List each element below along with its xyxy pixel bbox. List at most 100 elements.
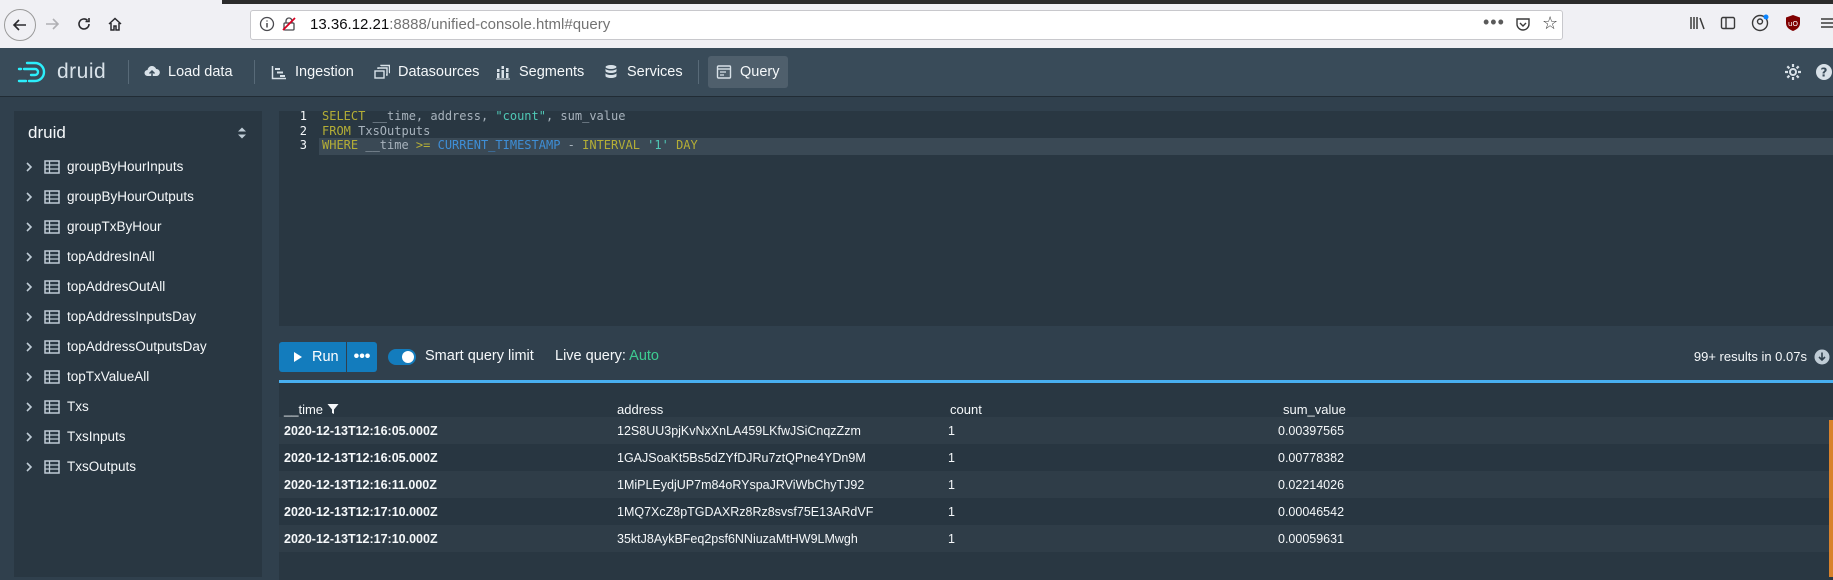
table-cell-count[interactable]: 1 — [948, 451, 955, 465]
table-row[interactable]: 2020-12-13T12:17:10.000Z 35ktJ8AykBFeq2ps… — [279, 525, 1833, 552]
page-actions-icon[interactable]: ••• — [1483, 12, 1505, 33]
table-tree-item[interactable]: Txs — [14, 392, 262, 422]
chevron-right-icon[interactable] — [22, 340, 36, 354]
table-row[interactable]: 2020-12-13T12:16:05.000Z 1GAJSoaKt5Bs5dZY… — [279, 444, 1833, 471]
table-tree-item[interactable]: topAddresInAll — [14, 242, 262, 272]
table-row[interactable]: 2020-12-13T12:16:11.000Z 1MiPLEydjUP7m84o… — [279, 471, 1833, 498]
home-icon[interactable] — [101, 10, 129, 38]
column-header-count[interactable]: count — [950, 402, 982, 417]
table-cell-count[interactable]: 1 — [948, 424, 955, 438]
table-tree-item[interactable]: topAddressOutputsDay — [14, 332, 262, 362]
url-path: :8888/unified-console.html#query — [389, 16, 611, 33]
chevron-right-icon[interactable] — [22, 190, 36, 204]
table-cell-sumvalue[interactable]: 0.02214026 — [1278, 478, 1344, 492]
table-tree: groupByHourInputs groupByHourOutputs group… — [14, 152, 262, 482]
table-cell-address[interactable]: 1MiPLEydjUP7m84oRYspaJRViWbChyTJ92 — [617, 478, 864, 492]
table-cell-address[interactable]: 1GAJSoaKt5Bs5dZYfDJRu7ztQPne4YDn9M — [617, 451, 866, 465]
chevron-right-icon[interactable] — [22, 460, 36, 474]
back-arrow-icon[interactable] — [4, 9, 36, 41]
table-cell-time[interactable]: 2020-12-13T12:16:11.000Z — [284, 478, 437, 492]
table-tree-item[interactable]: topAddresOutAll — [14, 272, 262, 302]
table-scrollbar[interactable] — [1829, 420, 1833, 577]
druid-logo[interactable]: druid — [17, 59, 106, 85]
table-cell-time[interactable]: 2020-12-13T12:17:10.000Z — [284, 505, 438, 519]
code-line[interactable]: WHERE __time >= CURRENT_TIMESTAMP - INTE… — [319, 138, 1833, 155]
column-header-address[interactable]: address — [617, 402, 663, 417]
forward-arrow-icon[interactable] — [38, 10, 66, 38]
live-query-selector[interactable]: Live query: Auto — [555, 348, 659, 364]
query-editor[interactable]: 123 SELECT __time, address, "count", sum… — [279, 109, 1833, 326]
table-tree-item[interactable]: groupByHourInputs — [14, 152, 262, 182]
smart-query-limit-toggle[interactable] — [388, 349, 416, 365]
table-row[interactable]: 2020-12-13T12:17:10.000Z 1MQ7XcZ8pTGDAXRz… — [279, 498, 1833, 525]
gear-icon[interactable] — [1784, 63, 1802, 81]
table-cell-count[interactable]: 1 — [948, 505, 955, 519]
bookmark-star-icon[interactable]: ☆ — [1542, 13, 1558, 34]
nav-load-data[interactable]: Load data — [136, 56, 241, 88]
table-tree-item[interactable]: topTxValueAll — [14, 362, 262, 392]
chevron-right-icon[interactable] — [22, 370, 36, 384]
table-cell-sumvalue[interactable]: 0.00046542 — [1278, 505, 1344, 519]
chevron-right-icon[interactable] — [22, 310, 36, 324]
table-tree-item[interactable]: groupByHourOutputs — [14, 182, 262, 212]
nav-query[interactable]: Query — [708, 56, 788, 88]
nav-segments[interactable]: Segments — [487, 56, 592, 88]
table-cell-time[interactable]: 2020-12-13T12:16:05.000Z — [284, 451, 438, 465]
ublock-icon[interactable]: uO — [1783, 13, 1803, 33]
table-cell-time[interactable]: 2020-12-13T12:17:10.000Z — [284, 532, 438, 546]
table-name: topAddressInputsDay — [67, 309, 197, 324]
column-header-time[interactable]: __time — [284, 402, 339, 417]
table-cell-address[interactable]: 35ktJ8AykBFeq2psf6NNiuzaMtHW9LMwgh — [617, 532, 858, 546]
schema-select-value: druid — [28, 123, 66, 142]
schema-select[interactable]: druid — [28, 121, 248, 145]
table-cell-sumvalue[interactable]: 0.00778382 — [1278, 451, 1344, 465]
th-table-icon — [44, 340, 60, 354]
download-icon[interactable] — [1814, 349, 1830, 365]
table-tree-item[interactable]: TxsOutputs — [14, 452, 262, 482]
filter-icon[interactable] — [327, 403, 339, 415]
account-icon[interactable] — [1750, 13, 1770, 33]
reload-icon[interactable] — [70, 10, 98, 38]
nav-ingestion[interactable]: Ingestion — [263, 56, 362, 88]
table-row[interactable]: 2020-12-13T12:16:05.000Z 12S8UU3pjKvNxXnL… — [279, 417, 1833, 444]
table-cell-time[interactable]: 2020-12-13T12:16:05.000Z — [284, 424, 438, 438]
info-icon[interactable] — [259, 16, 275, 32]
run-button[interactable]: Run — [279, 342, 346, 372]
pocket-icon[interactable] — [1515, 16, 1531, 32]
table-tree-item[interactable]: groupTxByHour — [14, 212, 262, 242]
code-token: - — [560, 138, 583, 152]
table-cell-address[interactable]: 12S8UU3pjKvNxXnLA459LKfwJSiCnqzZzm — [617, 424, 861, 438]
menu-icon[interactable] — [1818, 13, 1833, 33]
column-header-sum-value[interactable]: sum_value — [1283, 402, 1346, 417]
help-icon[interactable]: ? — [1815, 63, 1833, 81]
smart-query-limit-label[interactable]: Smart query limit — [425, 348, 534, 364]
table-tree-item[interactable]: topAddressInputsDay — [14, 302, 262, 332]
chevron-right-icon[interactable] — [22, 400, 36, 414]
sidebar-icon[interactable] — [1718, 13, 1738, 33]
chevron-right-icon[interactable] — [22, 220, 36, 234]
library-icon[interactable] — [1688, 13, 1708, 33]
chevron-right-icon[interactable] — [22, 160, 36, 174]
url-text[interactable]: 13.36.12.21:8888/unified-console.html#qu… — [310, 16, 610, 33]
table-cell-count[interactable]: 1 — [948, 478, 955, 492]
url-bar[interactable]: 13.36.12.21:8888/unified-console.html#qu… — [250, 10, 1563, 40]
table-name: TxsOutputs — [67, 459, 137, 474]
url-host: 13.36.12.21 — [310, 16, 390, 33]
th-table-icon — [44, 400, 60, 414]
chevron-right-icon[interactable] — [22, 280, 36, 294]
table-cell-sumvalue[interactable]: 0.00397565 — [1278, 424, 1344, 438]
table-cell-address[interactable]: 1MQ7XcZ8pTGDAXRz8Rz8svsf75E13ARdVF — [617, 505, 873, 519]
table-tree-item[interactable]: TxsInputs — [14, 422, 262, 452]
nav-datasources[interactable]: Datasources — [366, 56, 487, 88]
more-options-button[interactable]: ••• — [347, 342, 377, 372]
nav-services[interactable]: Services — [595, 56, 691, 88]
svg-text:?: ? — [1821, 66, 1828, 80]
insecure-lock-icon[interactable] — [281, 16, 297, 32]
table-cell-sumvalue[interactable]: 0.00059631 — [1278, 532, 1344, 546]
chevron-right-icon[interactable] — [22, 250, 36, 264]
chevron-right-icon[interactable] — [22, 430, 36, 444]
code-token: INTERVAL — [582, 138, 640, 152]
nav-datasources-label: Datasources — [398, 64, 480, 80]
table-cell-count[interactable]: 1 — [948, 532, 955, 546]
